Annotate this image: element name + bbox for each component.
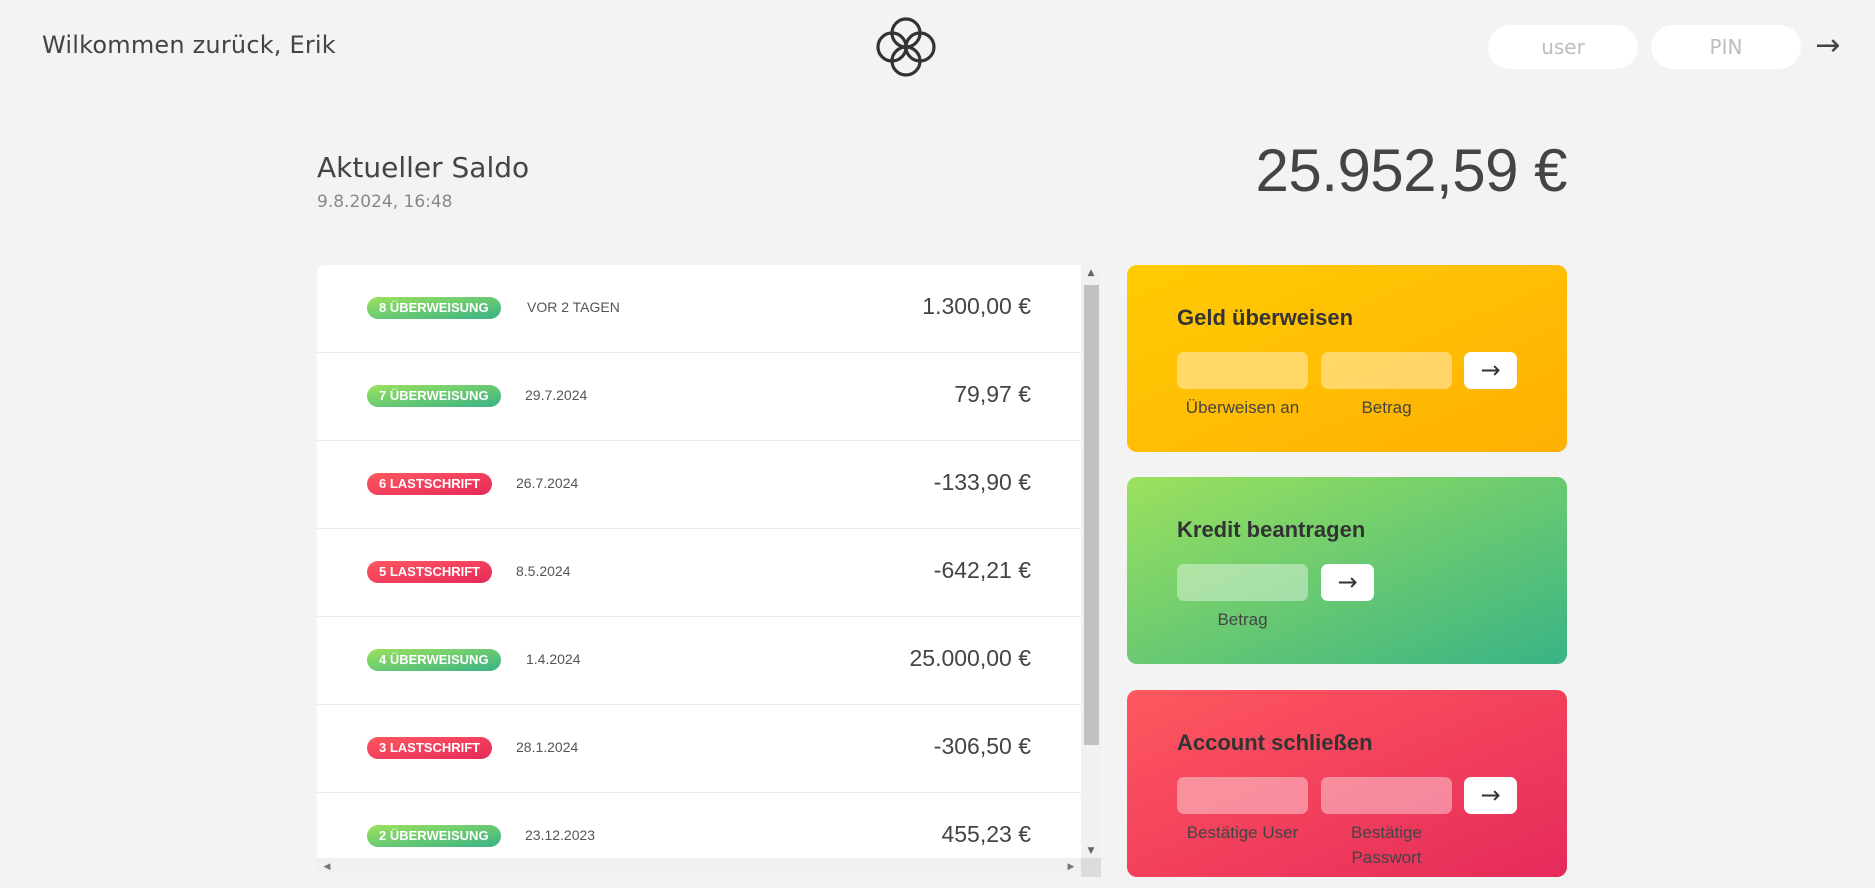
scroll-right-arrow-icon[interactable]: ▶ (1063, 858, 1079, 877)
movement-value: -133,90 € (933, 469, 1031, 495)
movement-date: 23.12.2023 (525, 827, 596, 843)
movement-row: 4 Überweisung 1.4.2024 25.000,00 € (317, 617, 1081, 705)
movement-type-badge: 7 Überweisung (367, 385, 501, 407)
movements-list: 8 Überweisung vor 2 Tagen 1.300,00 € 7 Ü… (317, 265, 1101, 877)
welcome-message: Wilkommen zurück, Erik (42, 31, 336, 59)
movement-type-badge: 8 Überweisung (367, 297, 501, 319)
scrollbar-thumb[interactable] (1084, 285, 1099, 745)
scroll-left-arrow-icon[interactable]: ◀ (319, 858, 335, 877)
scroll-up-arrow-icon[interactable]: ▲ (1081, 265, 1101, 281)
loan-submit-button[interactable]: → (1321, 564, 1374, 601)
logo-icon (876, 17, 936, 77)
movement-date: 26.7.2024 (516, 475, 579, 491)
transfer-amount-input[interactable] (1321, 352, 1452, 389)
movement-date: 1.4.2024 (526, 651, 581, 667)
movements-vertical-scrollbar[interactable]: ▲ ▼ (1081, 265, 1101, 859)
login-pin-input[interactable] (1651, 25, 1801, 69)
loan-amount-input[interactable] (1177, 564, 1308, 601)
transfer-to-input[interactable] (1177, 352, 1308, 389)
movement-type-badge: 4 Überweisung (367, 649, 501, 671)
loan-card: Kredit beantragen → Betrag (1127, 477, 1567, 664)
movement-row: 3 Lastschrift 28.1.2024 -306,50 € (317, 705, 1081, 793)
movement-value: -306,50 € (933, 733, 1031, 759)
arrow-right-icon: → (1337, 568, 1358, 596)
loan-title: Kredit beantragen (1177, 517, 1366, 542)
close-pin-input[interactable] (1321, 777, 1452, 814)
transfer-amount-label: Betrag (1361, 398, 1412, 417)
close-user-input[interactable] (1177, 777, 1308, 814)
arrow-right-icon: → (1815, 28, 1841, 63)
balance-value: 25.952,59 € (1255, 137, 1568, 204)
movement-row: 6 Lastschrift 26.7.2024 -133,90 € (317, 441, 1081, 529)
close-account-card: Account schließen → Bestätige User Bestä… (1127, 690, 1567, 877)
transfer-card: Geld überweisen → Überweisen an Betrag (1127, 265, 1567, 452)
movement-value: 79,97 € (954, 381, 1031, 407)
close-account-submit-button[interactable]: → (1464, 777, 1517, 814)
movements-horizontal-scrollbar[interactable]: ◀ ▶ (317, 858, 1081, 877)
movement-value: 25.000,00 € (909, 645, 1031, 671)
movement-date: vor 2 Tagen (527, 299, 620, 315)
login-button[interactable]: → (1808, 28, 1848, 64)
balance-date: 9.8.2024, 16:48 (317, 192, 453, 212)
close-pin-label: Bestätige Passwort (1351, 823, 1422, 867)
close-user-label: Bestätige User (1186, 823, 1299, 842)
login-user-input[interactable] (1488, 25, 1638, 69)
transfer-submit-button[interactable]: → (1464, 352, 1517, 389)
arrow-right-icon: → (1480, 356, 1501, 384)
close-account-title: Account schließen (1177, 730, 1373, 755)
movement-type-badge: 6 Lastschrift (367, 473, 493, 495)
movement-value: 455,23 € (941, 821, 1031, 847)
loan-amount-label: Betrag (1217, 610, 1268, 629)
balance-label: Aktueller Saldo (317, 151, 530, 184)
movement-date: 29.7.2024 (525, 387, 588, 403)
movement-type-badge: 3 Lastschrift (367, 737, 493, 759)
scroll-down-arrow-icon[interactable]: ▼ (1081, 843, 1101, 859)
transfer-to-label: Überweisen an (1185, 398, 1300, 417)
movement-value: 1.300,00 € (922, 293, 1031, 319)
movement-type-badge: 2 Überweisung (367, 825, 501, 847)
movement-row: 8 Überweisung vor 2 Tagen 1.300,00 € (317, 265, 1081, 353)
movement-date: 8.5.2024 (516, 563, 571, 579)
movement-value: -642,21 € (933, 557, 1031, 583)
movement-row: 7 Überweisung 29.7.2024 79,97 € (317, 353, 1081, 441)
movement-date: 28.1.2024 (516, 739, 579, 755)
movement-row: 5 Lastschrift 8.5.2024 -642,21 € (317, 529, 1081, 617)
transfer-title: Geld überweisen (1177, 305, 1354, 330)
movement-type-badge: 5 Lastschrift (367, 561, 493, 583)
scrollbar-corner (1081, 858, 1101, 877)
arrow-right-icon: → (1480, 781, 1501, 809)
top-nav: Wilkommen zurück, Erik → (0, 0, 1875, 94)
